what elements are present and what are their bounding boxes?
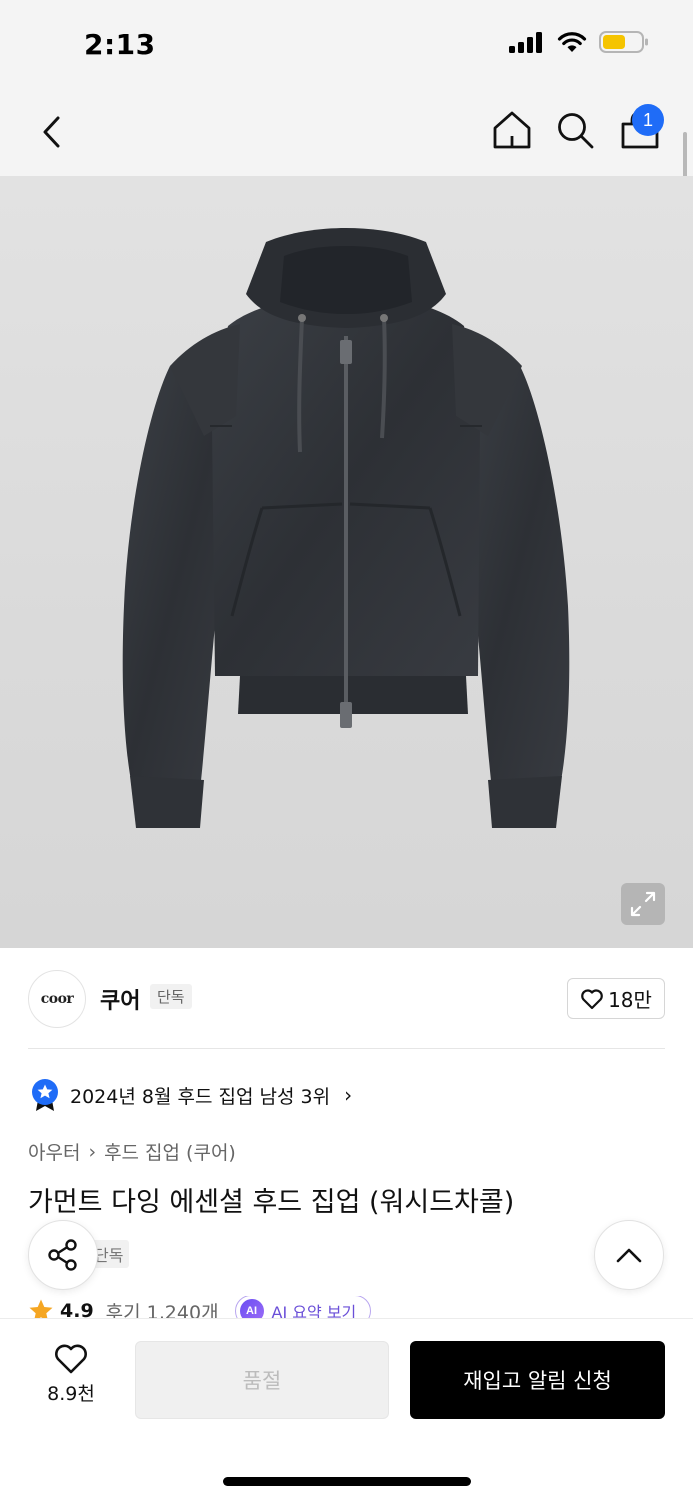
top-nav-bar bbox=[0, 92, 693, 176]
home-icon bbox=[493, 111, 531, 149]
wishlist-button[interactable]: 8.9천 bbox=[28, 1343, 114, 1413]
status-icons bbox=[509, 30, 649, 54]
expand-icon bbox=[630, 891, 656, 917]
breadcrumb-current[interactable]: 후드 집업 (쿠어) bbox=[104, 1138, 236, 1165]
product-image[interactable] bbox=[0, 176, 693, 948]
home-button[interactable] bbox=[490, 108, 534, 152]
product-title: 가먼트 다잉 에센셜 후드 집업 (워시드차콜) bbox=[28, 1187, 515, 1218]
search-button[interactable] bbox=[553, 108, 597, 152]
scroll-to-top-button[interactable] bbox=[594, 1220, 664, 1290]
home-indicator[interactable] bbox=[223, 1477, 471, 1486]
bottom-action-bar: 8.9천 품절 재입고 알림 신청 bbox=[0, 1318, 693, 1500]
wifi-icon bbox=[557, 32, 587, 52]
divider bbox=[28, 1048, 665, 1049]
brand-name[interactable]: 쿠어 bbox=[100, 983, 140, 1015]
brand-like-count: 18만 bbox=[608, 988, 652, 1012]
cart-count-badge: 1 bbox=[632, 104, 664, 136]
restock-alert-button[interactable]: 재입고 알림 신청 bbox=[410, 1341, 665, 1419]
status-time: 2:13 bbox=[84, 28, 156, 61]
ranking-link[interactable]: 2024년 8월 후드 집업 남성 3위 › bbox=[30, 1078, 352, 1112]
back-chevron-icon bbox=[43, 116, 60, 148]
heart-icon bbox=[55, 1344, 87, 1374]
ranking-text: 2024년 8월 후드 집업 남성 3위 bbox=[70, 1085, 331, 1108]
brand-like-button[interactable]: 18만 bbox=[567, 978, 665, 1019]
brand-exclusive-tag: 단독 bbox=[150, 984, 192, 1009]
breadcrumb-parent[interactable]: 아우터 bbox=[28, 1138, 80, 1165]
soldout-button[interactable]: 품절 bbox=[135, 1341, 389, 1419]
heart-icon bbox=[581, 988, 603, 1009]
chevron-up-icon bbox=[616, 1248, 642, 1263]
brand-logo-text: coor bbox=[40, 991, 74, 1007]
chevron-right-icon: › bbox=[344, 1083, 353, 1107]
expand-image-button[interactable] bbox=[621, 883, 665, 925]
brand-row: coor 쿠어 단독 18만 bbox=[28, 968, 665, 1028]
status-bar: 2:13 bbox=[0, 0, 693, 92]
search-icon bbox=[558, 113, 594, 149]
hoodie-image bbox=[122, 228, 570, 828]
back-button[interactable] bbox=[30, 110, 74, 154]
cellular-signal-icon bbox=[509, 32, 542, 53]
share-button[interactable] bbox=[28, 1220, 98, 1290]
brand-logo[interactable]: coor bbox=[28, 970, 86, 1028]
share-icon bbox=[48, 1239, 77, 1271]
ranking-medal-icon bbox=[32, 1079, 58, 1111]
breadcrumb-separator-icon: › bbox=[88, 1140, 97, 1163]
wishlist-count: 8.9천 bbox=[47, 1383, 95, 1405]
battery-icon bbox=[599, 31, 648, 53]
breadcrumb: 아우터 › 후드 집업 (쿠어) bbox=[28, 1138, 236, 1165]
